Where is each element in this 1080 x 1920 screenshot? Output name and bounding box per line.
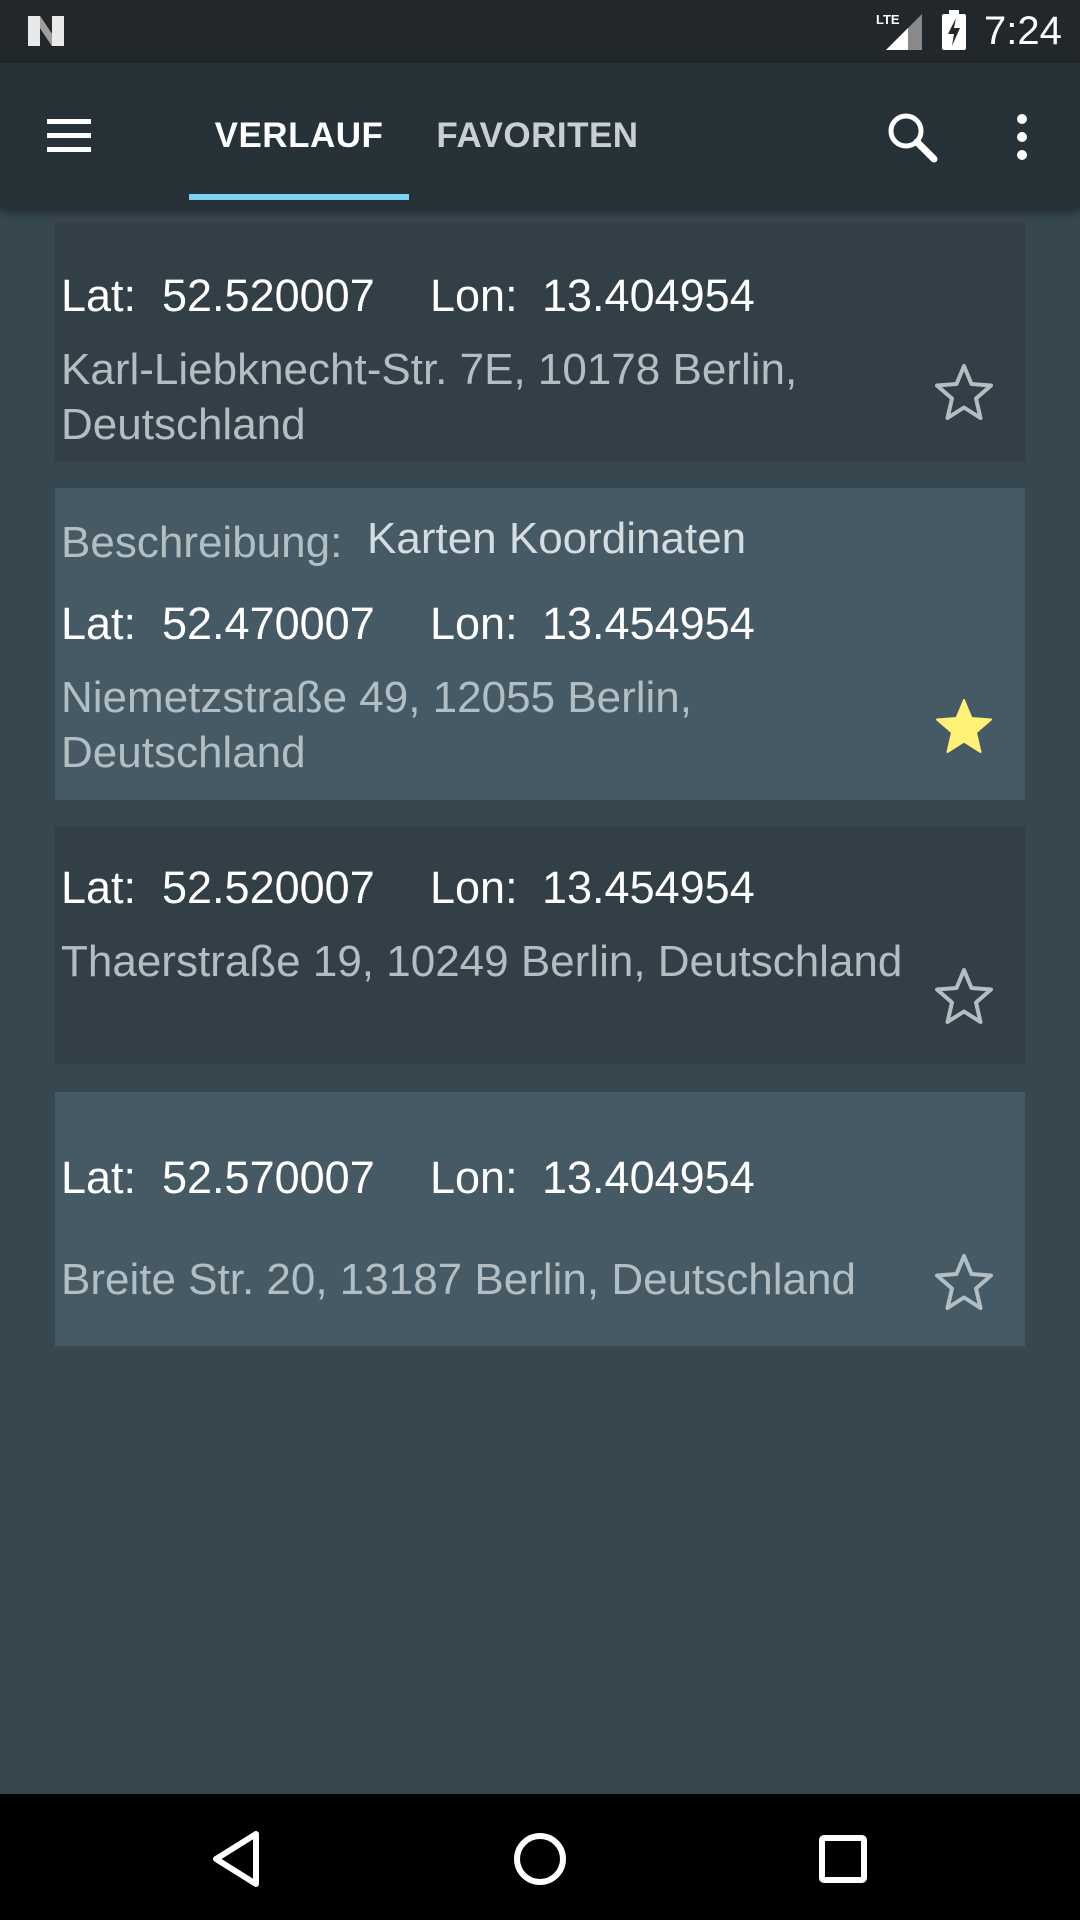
overflow-menu-icon[interactable] <box>1006 109 1038 165</box>
lat-value: 52.520007 <box>162 270 375 321</box>
lat-label: Lat: <box>61 598 137 649</box>
list-item[interactable]: Lat: 52.570007 Lon: 13.404954 Breite Str… <box>55 1092 1025 1346</box>
address-text: Niemetzstraße 49, 12055 Berlin, Deutschl… <box>61 673 692 777</box>
tab-indicator <box>189 194 409 200</box>
lon-value: 13.404954 <box>542 270 755 321</box>
lat-label: Lat: <box>61 862 137 913</box>
navigation-bar <box>0 1794 1080 1920</box>
lat-label: Lat: <box>61 1152 137 1203</box>
tab-favoriten[interactable]: FAVORITEN <box>430 63 645 209</box>
lat-value: 52.570007 <box>162 1152 375 1203</box>
lon-label: Lon: <box>430 270 518 321</box>
lon-value: 13.454954 <box>542 862 755 913</box>
description-label: Beschreibung: <box>61 518 343 567</box>
status-clock: 7:24 <box>984 9 1062 53</box>
svg-text:LTE: LTE <box>876 12 900 27</box>
menu-icon[interactable] <box>40 111 98 161</box>
address-text: Karl-Liebknecht-Str. 7E, 10178 Berlin, D… <box>61 345 798 449</box>
home-icon[interactable] <box>505 1824 575 1894</box>
n-logo-icon <box>28 16 64 46</box>
recents-icon[interactable] <box>808 1824 878 1894</box>
address-text: Thaerstraße 19, 10249 Berlin, Deutschlan… <box>61 937 903 986</box>
star-filled-icon[interactable] <box>933 696 995 756</box>
app-bar: VERLAUF FAVORITEN <box>0 63 1080 209</box>
lat-label: Lat: <box>61 270 137 321</box>
address-text: Breite Str. 20, 13187 Berlin, Deutschlan… <box>61 1255 856 1304</box>
star-outline-icon[interactable] <box>933 966 995 1026</box>
tab-verlauf[interactable]: VERLAUF <box>189 63 409 209</box>
lon-value: 13.454954 <box>542 598 755 649</box>
star-outline-icon[interactable] <box>933 1252 995 1312</box>
list-item[interactable]: Lat: 52.520007 Lon: 13.454954 Thaerstraß… <box>55 826 1025 1064</box>
battery-charging-icon <box>942 10 966 50</box>
lat-value: 52.520007 <box>162 862 375 913</box>
star-outline-icon[interactable] <box>933 362 995 422</box>
lat-value: 52.470007 <box>162 598 375 649</box>
status-bar: LTE 7:24 <box>0 0 1080 63</box>
lon-label: Lon: <box>430 862 518 913</box>
lon-value: 13.404954 <box>542 1152 755 1203</box>
lon-label: Lon: <box>430 598 518 649</box>
back-icon[interactable] <box>202 1824 272 1894</box>
list-item[interactable]: Beschreibung: Karten Koordinaten Lat: 52… <box>55 488 1025 800</box>
lon-label: Lon: <box>430 1152 518 1203</box>
search-icon[interactable] <box>884 109 940 165</box>
lte-signal-icon: LTE <box>876 12 922 50</box>
description-value: Karten Koordinaten <box>367 514 747 563</box>
list-item[interactable]: Lat: 52.520007 Lon: 13.404954 Karl-Liebk… <box>55 222 1025 462</box>
